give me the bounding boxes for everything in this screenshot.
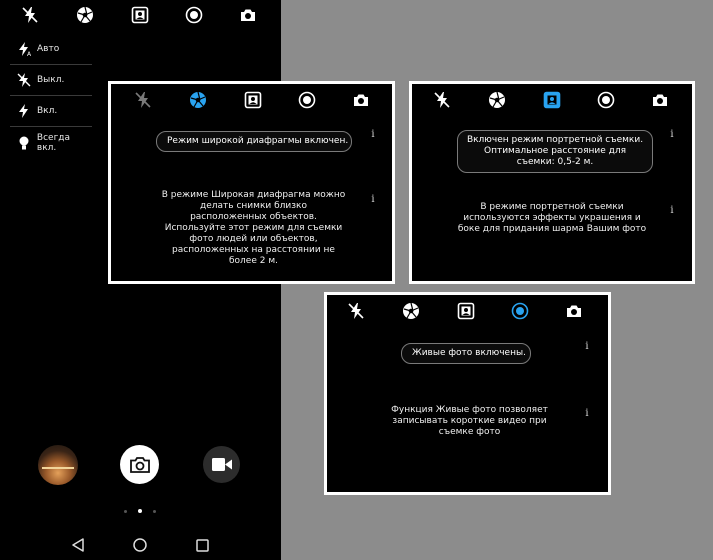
switch-camera-icon[interactable] [564, 301, 584, 321]
portrait-icon[interactable] [542, 90, 562, 110]
flash-on-icon [14, 101, 34, 121]
flash-option-auto[interactable]: A Авто [10, 34, 92, 65]
mode-description: В режиме портретной съемки используются … [457, 202, 647, 234]
video-mode-button[interactable] [203, 446, 240, 483]
aperture-icon[interactable] [401, 301, 421, 321]
switch-camera-icon[interactable] [238, 5, 258, 25]
page-dot [124, 510, 127, 513]
mode-banner: Живые фото включены. [401, 343, 531, 364]
info-icon[interactable]: i [369, 194, 377, 206]
recents-icon[interactable] [193, 536, 211, 554]
info-icon[interactable]: i [369, 129, 377, 141]
flash-off-icon[interactable] [133, 90, 153, 110]
navigation-bar [0, 530, 281, 560]
mode-banner: Включен режим портретной съемки. Оптимал… [457, 130, 653, 173]
flash-off-icon[interactable] [432, 90, 452, 110]
portrait-panel: Включен режим портретной съемки. Оптимал… [409, 81, 695, 284]
page-indicator [124, 509, 158, 515]
live-photo-icon[interactable] [596, 90, 616, 110]
page-dot-active [138, 509, 142, 513]
flash-option-off[interactable]: Выкл. [10, 65, 92, 96]
info-icon[interactable]: i [583, 341, 591, 353]
aperture-icon[interactable] [487, 90, 507, 110]
flash-off-icon [14, 70, 34, 90]
flash-option-label: Авто [37, 44, 60, 54]
mode-toolbar [0, 0, 281, 30]
flash-option-always-on[interactable]: Всегда вкл. [10, 127, 92, 158]
portrait-icon[interactable] [456, 301, 476, 321]
svg-text:A: A [27, 51, 31, 57]
torch-icon [14, 133, 34, 153]
live-photo-panel: Живые фото включены. i Функция Живые фот… [324, 292, 611, 495]
aperture-icon[interactable] [188, 90, 208, 110]
home-icon[interactable] [131, 536, 149, 554]
live-photo-icon[interactable] [297, 90, 317, 110]
page-dot [153, 510, 156, 513]
switch-camera-icon[interactable] [351, 90, 371, 110]
mode-toolbar [412, 90, 692, 110]
mode-banner: Режим широкой диафрагмы включен. [156, 131, 352, 152]
mode-description: Функция Живые фото позволяет записывать … [391, 405, 548, 437]
flash-option-label: Всегда вкл. [36, 132, 71, 153]
flash-off-icon[interactable] [346, 301, 366, 321]
info-icon[interactable]: i [668, 205, 676, 217]
aperture-icon[interactable] [75, 5, 95, 25]
live-photo-icon[interactable] [510, 301, 530, 321]
live-photo-icon[interactable] [184, 5, 204, 25]
flash-option-on[interactable]: Вкл. [10, 96, 92, 127]
shutter-button[interactable] [120, 445, 159, 484]
back-icon[interactable] [69, 536, 87, 554]
camera-icon [129, 456, 150, 473]
flash-off-icon[interactable] [20, 5, 40, 25]
video-camera-icon [211, 458, 232, 471]
portrait-icon[interactable] [130, 5, 150, 25]
gallery-thumbnail[interactable] [38, 445, 78, 485]
flash-menu: A Авто Выкл. Вкл. Всегда вкл. [10, 34, 92, 158]
flash-auto-icon: A [14, 39, 34, 59]
flash-option-label: Вкл. [37, 106, 58, 116]
mode-toolbar [327, 301, 608, 321]
mode-toolbar [111, 90, 392, 110]
wide-aperture-panel: Режим широкой диафрагмы включен. i В реж… [108, 81, 395, 284]
portrait-icon[interactable] [243, 90, 263, 110]
flash-option-label: Выкл. [37, 75, 65, 85]
switch-camera-icon[interactable] [650, 90, 670, 110]
info-icon[interactable]: i [668, 129, 676, 141]
mode-description: В режиме Широкая диафрагма можно делать … [161, 190, 346, 266]
info-icon[interactable]: i [583, 408, 591, 420]
